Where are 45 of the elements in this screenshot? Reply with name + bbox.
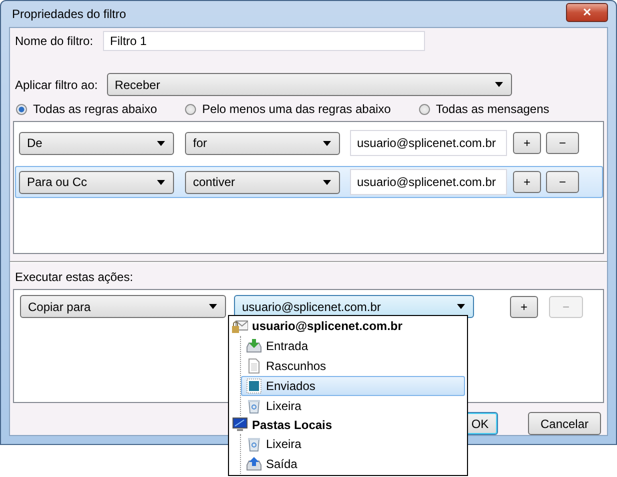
monitor-icon [232, 416, 248, 433]
stamp-icon [246, 378, 262, 394]
caret-icon [157, 140, 165, 146]
folder-menu-item[interactable]: Rascunhos [241, 356, 465, 376]
folder-menu-item[interactable]: Pastas Locais [231, 416, 465, 434]
trash-icon [246, 398, 262, 414]
rule-field-select[interactable]: De [19, 132, 174, 154]
caret-icon [494, 82, 503, 87]
folder-menu-item[interactable]: Entrada [241, 336, 465, 356]
rule-operator-select[interactable]: contiver [185, 170, 340, 194]
add-rule-button[interactable]: + [513, 171, 541, 193]
close-button[interactable]: ✕ [566, 2, 608, 22]
apply-filter-label: Aplicar filtro ao: [15, 78, 98, 92]
remove-rule-button[interactable]: − [546, 171, 579, 193]
folder-menu-item[interactable]: Saída [241, 454, 465, 474]
folder-menu-item[interactable]: Enviados [241, 376, 465, 396]
rule-value-field[interactable]: usuario@splicenet.com.br [350, 169, 507, 195]
actions-label: Executar estas ações: [15, 270, 134, 284]
filter-name-label: Nome do filtro: [15, 34, 94, 48]
folder-menu-item[interactable]: usuario@splicenet.com.br [231, 317, 465, 336]
apply-filter-select[interactable]: Receber [106, 73, 512, 96]
caret-icon [157, 180, 165, 184]
rule-row[interactable]: De for usuario@splicenet.com.br + − [15, 127, 603, 159]
document-icon [246, 358, 262, 374]
rule-operator-select[interactable]: for [185, 132, 340, 154]
add-action-button[interactable]: + [510, 296, 538, 318]
caret-icon [323, 140, 331, 146]
caret-icon [209, 304, 217, 309]
envelope-lock-icon [232, 318, 248, 334]
add-rule-button[interactable]: + [513, 132, 541, 154]
trash-icon [246, 436, 262, 452]
filter-name-field[interactable]: Filtro 1 [103, 31, 426, 51]
caret-icon [457, 304, 465, 309]
rule-value-field[interactable]: usuario@splicenet.com.br [350, 130, 507, 156]
rule-field-select[interactable]: Para ou Cc [19, 170, 174, 194]
window-title: Propriedades do filtro [11, 7, 126, 21]
action-select[interactable]: Copiar para [20, 295, 226, 318]
caret-icon [323, 180, 331, 184]
rule-row[interactable]: Para ou Cc contiver usuario@splicenet.com.br + − [15, 166, 603, 198]
folder-menu-item[interactable]: Lixeira [241, 434, 465, 454]
folder-menu-item[interactable]: Lixeira [241, 396, 465, 416]
dialog-button[interactable]: Cancelar [528, 412, 601, 435]
outbox-icon [246, 456, 262, 472]
inbox-icon [246, 338, 262, 354]
remove-rule-button[interactable]: − [546, 132, 579, 154]
